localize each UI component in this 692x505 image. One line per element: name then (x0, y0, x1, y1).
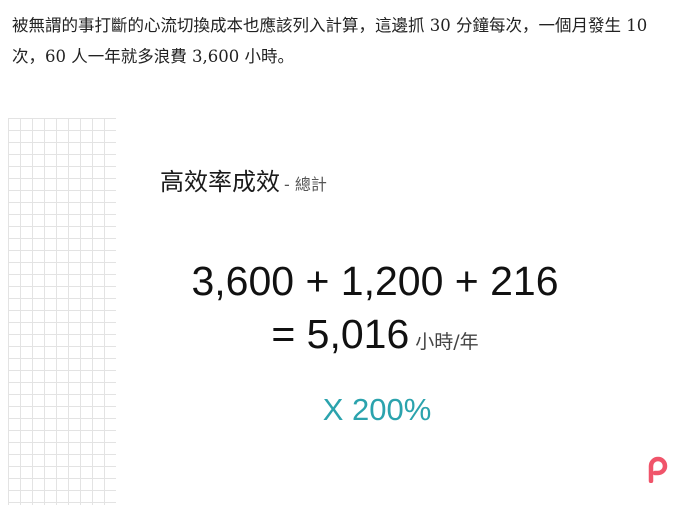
slide-heading: 高效率成效 - 總計 (160, 162, 327, 197)
formula-unit: 小時/年 (415, 331, 479, 353)
grid-decoration (8, 118, 116, 505)
slide-title: 高效率成效 (160, 168, 280, 196)
slide-subtitle: - 總計 (284, 175, 327, 194)
multiplier-text: X 200% (322, 392, 432, 427)
slide-image: 高效率成效 - 總計 3,600 + 1,200 + 216 = 5,016 小時/… (0, 118, 692, 505)
formula-total: = 5,016 (271, 311, 410, 357)
pinkoi-p-logo-icon (648, 456, 668, 483)
formula-line-2: = 5,016 小時/年 (140, 311, 610, 358)
article-paragraph: 被無謂的事打斷的心流切換成本也應該列入計算，這邊抓 30 分鐘每次，一個月發生 … (12, 16, 648, 66)
formula-line-1: 3,600 + 1,200 + 216 (191, 258, 559, 304)
